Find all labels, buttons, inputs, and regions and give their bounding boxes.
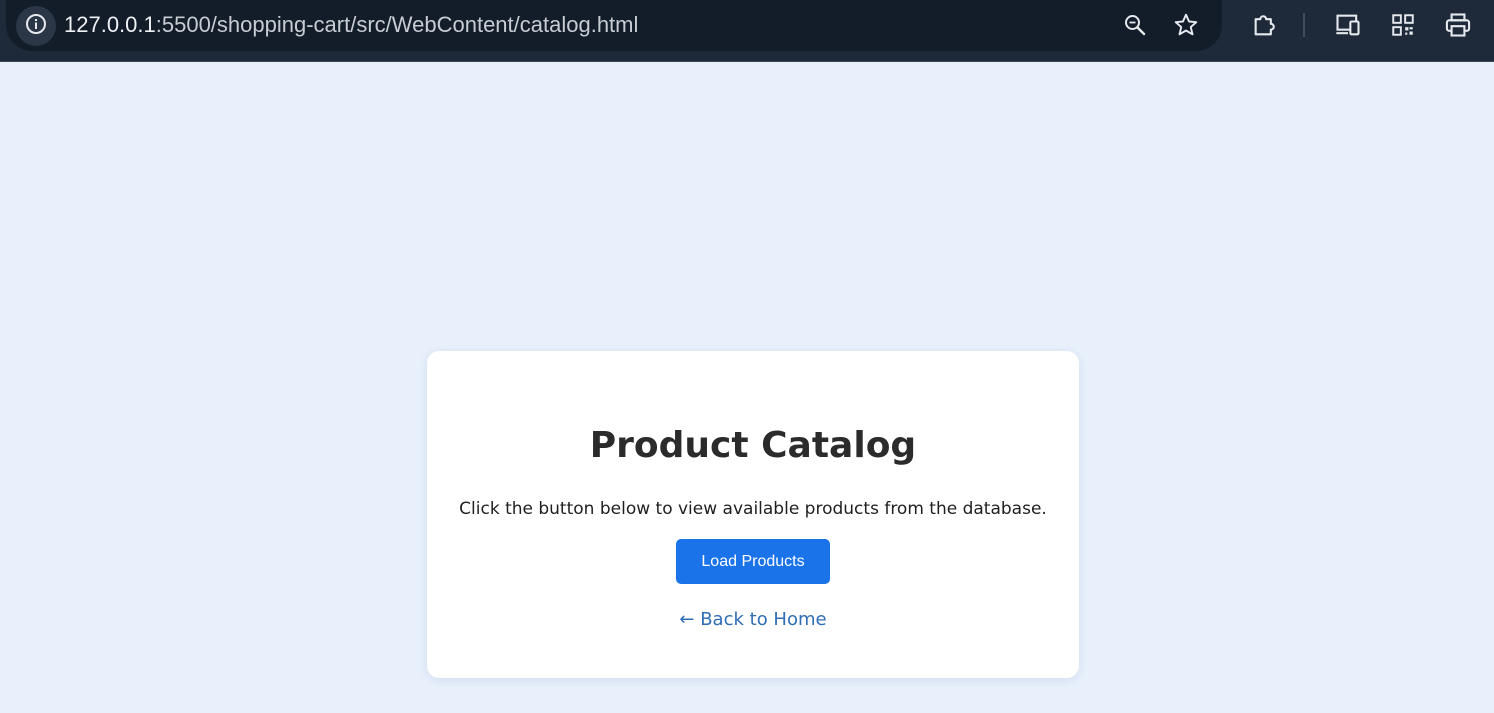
site-info-button[interactable] — [16, 6, 56, 46]
zoom-icon[interactable] — [1118, 8, 1152, 42]
address-bar[interactable]: 127.0.0.1:5500/shopping-cart/src/WebCont… — [6, 0, 1222, 51]
devices-icon[interactable] — [1331, 8, 1365, 42]
url-text[interactable]: 127.0.0.1:5500/shopping-cart/src/WebCont… — [64, 11, 638, 39]
load-products-button[interactable]: Load Products — [676, 539, 830, 584]
browser-toolbar: 127.0.0.1:5500/shopping-cart/src/WebCont… — [0, 0, 1494, 62]
catalog-card: Product Catalog Click the button below t… — [427, 351, 1079, 678]
page-title: Product Catalog — [589, 425, 917, 466]
back-to-home-link[interactable]: ← Back to Home — [427, 607, 1079, 633]
print-icon[interactable] — [1441, 8, 1475, 42]
url-host: 127.0.0.1 — [64, 12, 156, 37]
extensions-icon[interactable] — [1248, 8, 1282, 42]
info-icon — [25, 13, 47, 39]
bookmark-star-icon[interactable] — [1169, 8, 1203, 42]
qr-code-icon[interactable] — [1386, 8, 1420, 42]
catalog-description: Click the button below to view available… — [459, 499, 1047, 519]
url-path: :5500/shopping-cart/src/WebContent/catal… — [155, 12, 639, 37]
toolbar-divider — [1303, 13, 1305, 37]
